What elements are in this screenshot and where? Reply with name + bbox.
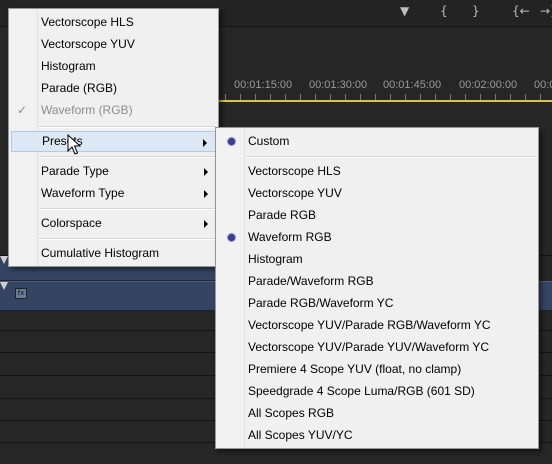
- preset-item-parade-waveform-rgb[interactable]: Parade/Waveform RGB: [218, 271, 536, 292]
- ruler-timecode: 00:01:15:00: [234, 79, 293, 91]
- radio-bullet-icon: [228, 138, 235, 145]
- playhead-marker-icon: [0, 282, 8, 290]
- preset-item-custom[interactable]: Custom: [218, 131, 536, 152]
- preset-item-speedgrade-4-scope[interactable]: Speedgrade 4 Scope Luma/RGB (601 SD): [218, 381, 536, 402]
- menu-item-presets[interactable]: Presets: [11, 131, 216, 152]
- menu-item-vectorscope-hls[interactable]: Vectorscope HLS: [11, 12, 216, 33]
- mouse-cursor-icon: [67, 134, 81, 155]
- fx-badge-icon[interactable]: fx: [15, 288, 27, 299]
- menu-separator: [39, 156, 216, 158]
- go-to-in-icon[interactable]: {←: [512, 4, 530, 18]
- out-bracket-icon[interactable]: }: [472, 4, 480, 18]
- submenu-arrow-icon: [204, 220, 208, 228]
- in-bracket-icon[interactable]: {: [440, 4, 448, 18]
- submenu-arrow-icon: [203, 139, 207, 147]
- menu-item-waveform-type[interactable]: Waveform Type: [11, 183, 216, 204]
- menu-separator: [39, 126, 216, 128]
- menu-item-parade-rgb[interactable]: Parade (RGB): [11, 78, 216, 99]
- ruler-timecode: 00:01:30:00: [309, 79, 368, 91]
- preset-item-histogram[interactable]: Histogram: [218, 249, 536, 270]
- preset-item-vectorscope-hls[interactable]: Vectorscope HLS: [218, 161, 536, 182]
- menu-item-label: Parade Type: [41, 164, 109, 178]
- preset-item-all-scopes-yuv-yc[interactable]: All Scopes YUV/YC: [218, 425, 536, 446]
- menu-separator: [39, 238, 216, 240]
- menu-separator: [39, 208, 216, 210]
- preset-item-vectorscope-yuv[interactable]: Vectorscope YUV: [218, 183, 536, 204]
- ruler-timecode: 00:02:1: [534, 79, 552, 91]
- preset-item-vectorscope-yuv-parade-rgb-waveform-yc[interactable]: Vectorscope YUV/Parade RGB/Waveform YC: [218, 315, 536, 336]
- checkmark-icon: ✓: [17, 103, 28, 117]
- menu-item-label: Custom: [248, 134, 290, 148]
- radio-bullet-icon: [228, 234, 235, 241]
- playhead-icon[interactable]: [0, 256, 8, 264]
- preset-item-all-scopes-rgb[interactable]: All Scopes RGB: [218, 403, 536, 424]
- ruler-timecode: 00:01:45:00: [383, 79, 442, 91]
- go-to-out-icon[interactable]: →}: [540, 4, 552, 18]
- submenu-arrow-icon: [204, 190, 208, 198]
- menu-item-colorspace[interactable]: Colorspace: [11, 213, 216, 234]
- menu-item-parade-type[interactable]: Parade Type: [11, 161, 216, 182]
- presets-submenu: Custom Vectorscope HLS Vectorscope YUV P…: [215, 127, 539, 449]
- submenu-arrow-icon: [204, 168, 208, 176]
- menu-item-label: Colorspace: [41, 216, 102, 230]
- preset-item-parade-rgb[interactable]: Parade RGB: [218, 205, 536, 226]
- scope-context-menu: Vectorscope HLS Vectorscope YUV Histogra…: [8, 8, 219, 267]
- time-ruler[interactable]: 00:01:15:00 00:01:30:00 00:01:45:00 00:0…: [200, 70, 552, 106]
- menu-item-label: Waveform (RGB): [41, 103, 133, 117]
- work-area-bar[interactable]: [210, 100, 552, 102]
- ruler-timecode: 00:02:00:00: [459, 79, 518, 91]
- marker-icon[interactable]: ▼: [400, 4, 409, 18]
- menu-item-vectorscope-yuv[interactable]: Vectorscope YUV: [11, 34, 216, 55]
- menu-item-label: Waveform RGB: [248, 230, 332, 244]
- preset-item-premiere-4-scope-yuv[interactable]: Premiere 4 Scope YUV (float, no clamp): [218, 359, 536, 380]
- preset-item-parade-rgb-waveform-yc[interactable]: Parade RGB/Waveform YC: [218, 293, 536, 314]
- menu-item-waveform-rgb: ✓ Waveform (RGB): [11, 100, 216, 121]
- menu-item-cumulative-histogram[interactable]: Cumulative Histogram: [11, 243, 216, 264]
- menu-separator: [246, 156, 536, 158]
- menu-item-label: Waveform Type: [41, 186, 125, 200]
- menu-item-histogram[interactable]: Histogram: [11, 56, 216, 77]
- preset-item-vectorscope-yuv-parade-yuv-waveform-yc[interactable]: Vectorscope YUV/Parade YUV/Waveform YC: [218, 337, 536, 358]
- preset-item-waveform-rgb[interactable]: Waveform RGB: [218, 227, 536, 248]
